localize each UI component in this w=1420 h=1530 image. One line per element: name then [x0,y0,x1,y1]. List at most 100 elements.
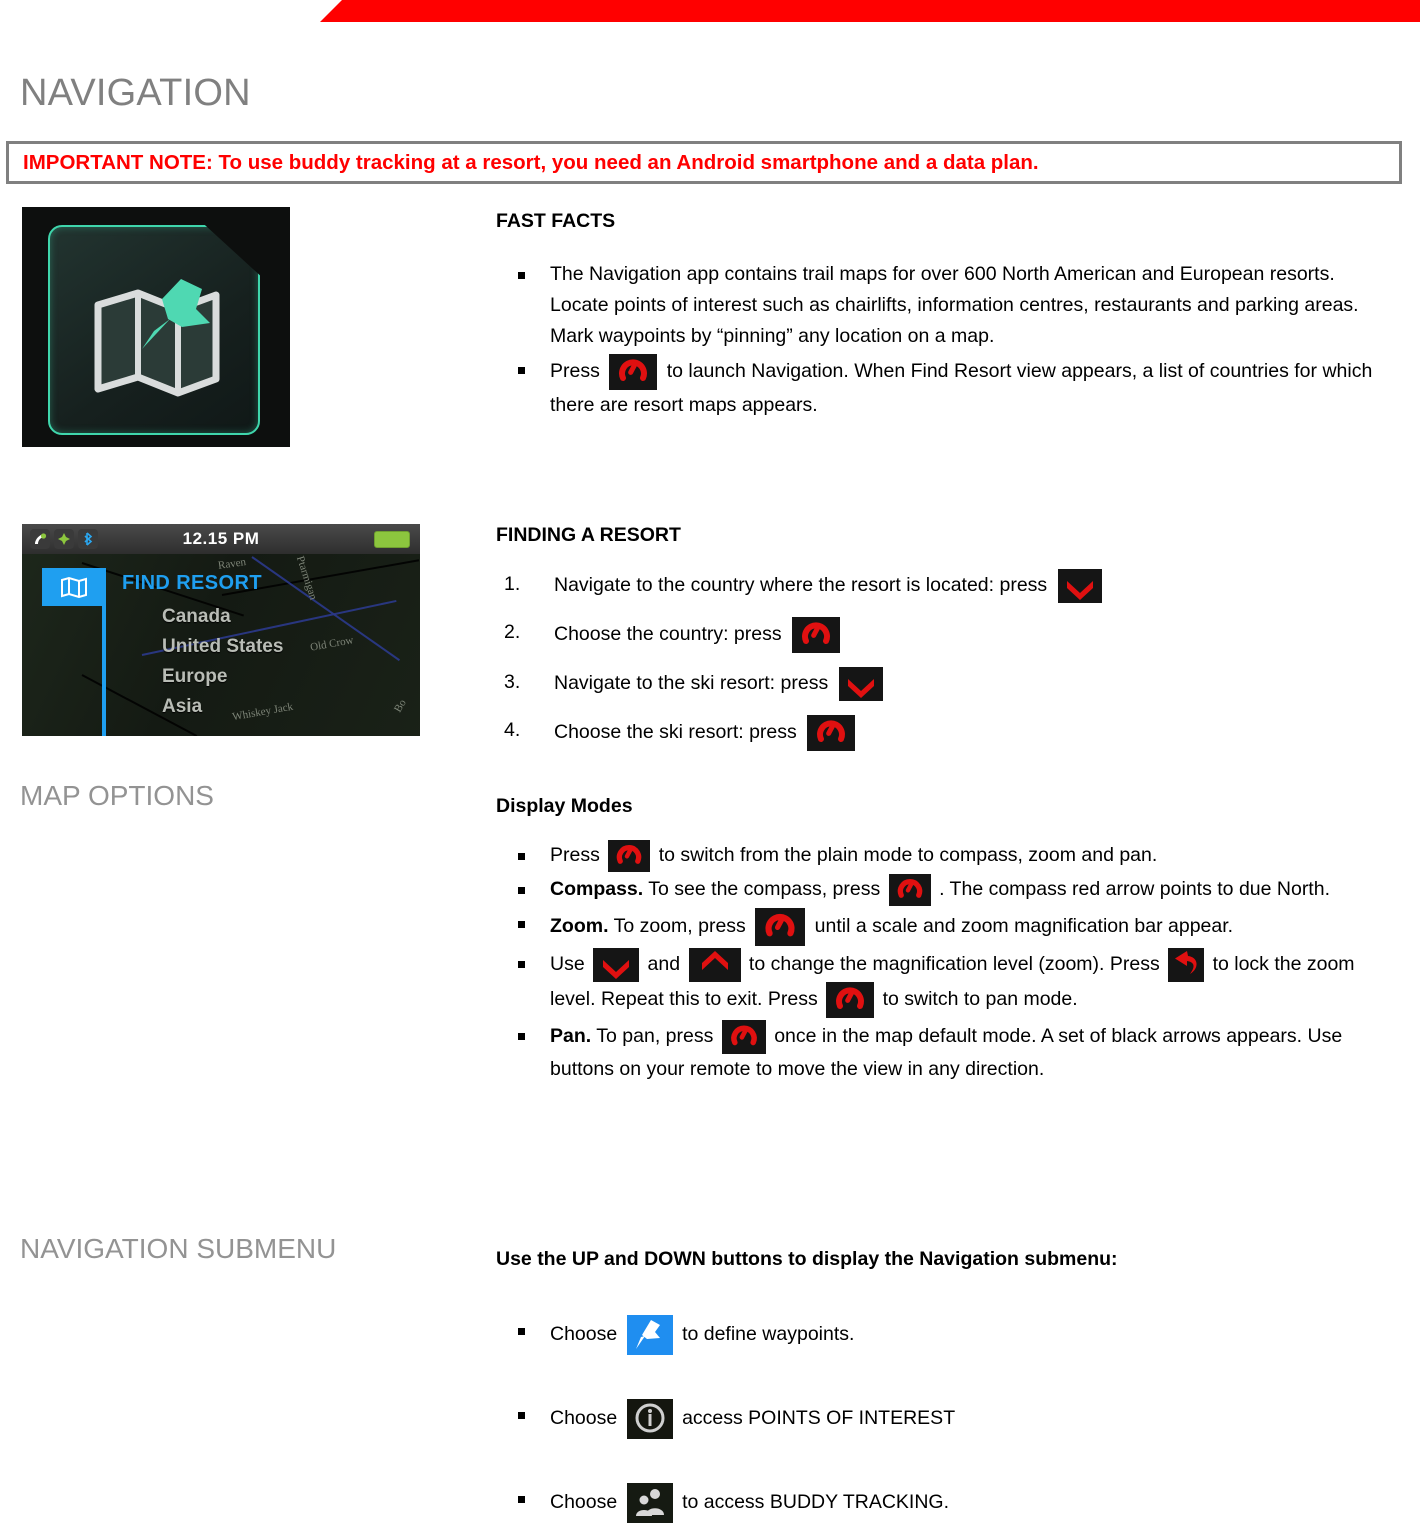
down-button-icon[interactable] [1057,569,1102,603]
map-icon [61,576,87,598]
find-resort-title: FIND RESORT [122,572,262,594]
step-number: 4. [504,719,521,741]
bullet-pre-text: Press [550,844,600,867]
list-item: Press to launch Navigation. When Find Re… [496,354,1396,421]
list-item: Choose to access BUDDY TRACKING. [496,1483,1396,1523]
bullet-post-text: . The compass red arrow points to due No… [939,878,1330,901]
sidebar-item-map[interactable] [42,568,106,606]
fast-facts-bullet-2-pre: Press [550,360,600,383]
bullet-post-text: to switch from the plain mode to compass… [658,844,1158,867]
list-item: Zoom. To zoom, press until a scale and z… [496,908,1396,946]
list-item: Pan. To pan, press once in the map defau… [496,1020,1396,1085]
app-icon-tile [48,225,260,435]
status-bar-time: 12.15 PM [182,529,260,548]
map-label: Bo [392,697,409,715]
points-of-interest-icon[interactable] [626,1399,673,1439]
fast-facts-heading: FAST FACTS [496,210,616,232]
bullet-pre-text: To see the compass, press [648,878,881,901]
bullet-pre-text: Choose [550,1323,618,1346]
display-modes-heading: Display Modes [496,795,633,817]
fast-facts-list: The Navigation app contains trail maps f… [496,259,1396,421]
step-number: 2. [504,621,521,643]
map-label: Raven [217,556,247,572]
list-item-country[interactable]: Asia [162,696,202,718]
bullet-lead-compass: Compass. [550,878,644,901]
display-modes-list: Press to switch from the plain mode to c… [496,840,1396,1085]
step-text: Navigate to the country where the resort… [554,574,1048,597]
fast-facts-block: FAST FACTS The Navigation app contains t… [496,210,1396,423]
list-item: Press to switch from the plain mode to c… [496,840,1396,872]
list-item: Use and to change the magnification leve… [496,948,1396,1018]
device-map-background: Raven Ptarmigan Old Crow Whiskey Jack Bo… [22,554,420,736]
list-item-country[interactable]: Canada [162,606,231,628]
list-item-country[interactable]: United States [162,636,283,658]
top-banner [0,0,1420,22]
list-item: 4. Choose the ski resort: press [496,715,1396,751]
list-item: Compass. To see the compass, press . The… [496,874,1396,906]
list-item: The Navigation app contains trail maps f… [496,259,1396,352]
bullet-pre-text: To zoom, press [613,915,746,938]
waypoint-pin-icon[interactable] [626,1315,673,1355]
bullet-lead-pan: Pan. [550,1025,592,1048]
list-item: 3. Navigate to the ski resort: press [496,667,1396,701]
list-item-country[interactable]: Europe [162,666,227,688]
bullet-pre-text: Use [550,953,585,976]
select-button-icon[interactable] [792,617,841,653]
map-label: Whiskey Jack [231,700,294,724]
back-button-icon[interactable] [1168,948,1205,982]
up-button-icon[interactable] [688,948,741,982]
section-heading-map-options: MAP OPTIONS [20,780,214,811]
finding-resort-block: FINDING A RESORT 1. Navigate to the coun… [496,524,1396,765]
select-button-icon[interactable] [888,874,931,906]
bullet-post-text: until a scale and zoom magnification bar… [814,915,1234,938]
select-button-icon[interactable] [807,715,856,751]
navigation-app-icon [22,207,290,447]
list-item: 2. Choose the country: press [496,617,1396,653]
step-text: Choose the country: press [554,623,782,646]
navigation-submenu-intro: Use the UP and DOWN buttons to display t… [496,1248,1118,1270]
down-button-icon[interactable] [838,667,883,701]
device-status-bar: 12.15 PM [22,524,420,554]
bullet-post-text: to switch to pan mode. [882,988,1078,1011]
finding-resort-steps: 1. Navigate to the country where the res… [496,569,1396,751]
important-note-box: IMPORTANT NOTE: To use buddy tracking at… [6,141,1402,184]
bullet-post-text: to access BUDDY TRACKING. [682,1491,949,1514]
select-button-icon[interactable] [608,840,651,872]
bullet-pre-text: To pan, press [596,1025,714,1048]
display-modes-block: Display Modes Press to switch from the p… [496,795,1396,1087]
step-number: 3. [504,671,521,693]
down-button-icon[interactable] [593,948,640,982]
bullet-pre-text: Choose [550,1407,618,1430]
step-number: 1. [504,573,521,595]
select-button-icon[interactable] [755,908,806,946]
section-heading-navigation-submenu: NAVIGATION SUBMENU [20,1233,337,1264]
list-item: Choose to define waypoints. [496,1315,1396,1355]
map-pin-icon [94,279,220,397]
step-text: Choose the ski resort: press [554,721,797,744]
important-note-text: IMPORTANT NOTE: To use buddy tracking at… [23,150,1039,174]
bullet-mid-text: and [647,953,681,976]
bullet-post-text: to define waypoints. [682,1323,855,1346]
fast-facts-bullet-2-post: to launch Navigation. When Find Resort v… [550,360,1373,416]
navigation-submenu-block: Use the UP and DOWN buttons to display t… [496,1248,1396,1525]
step-text: Navigate to the ski resort: press [554,672,829,695]
fast-facts-bullet-1-text: The Navigation app contains trail maps f… [550,263,1359,347]
navigation-submenu-list: Choose to define waypoints. Choose acces… [496,1315,1396,1523]
buddy-tracking-icon[interactable] [626,1483,673,1523]
selection-rail [102,568,106,736]
find-resort-screenshot: Raven Ptarmigan Old Crow Whiskey Jack Bo… [22,524,420,736]
battery-icon [374,531,410,548]
bullet-pre-text: Choose [550,1491,618,1514]
bullet-mid2-text: to change the magnification level (zoom)… [748,953,1160,976]
bullet-post-text: access POINTS OF INTEREST [682,1407,956,1430]
list-item: 1. Navigate to the country where the res… [496,569,1396,603]
select-button-icon[interactable] [609,354,658,390]
page-title: NAVIGATION [20,72,251,114]
select-button-icon[interactable] [721,1020,766,1054]
finding-resort-heading: FINDING A RESORT [496,524,681,546]
bullet-lead-zoom: Zoom. [550,915,609,938]
map-label: Old Crow [309,634,355,654]
red-banner-stripe [320,0,1420,22]
select-button-icon[interactable] [826,982,875,1018]
list-item: Choose access POINTS OF INTEREST [496,1399,1396,1439]
